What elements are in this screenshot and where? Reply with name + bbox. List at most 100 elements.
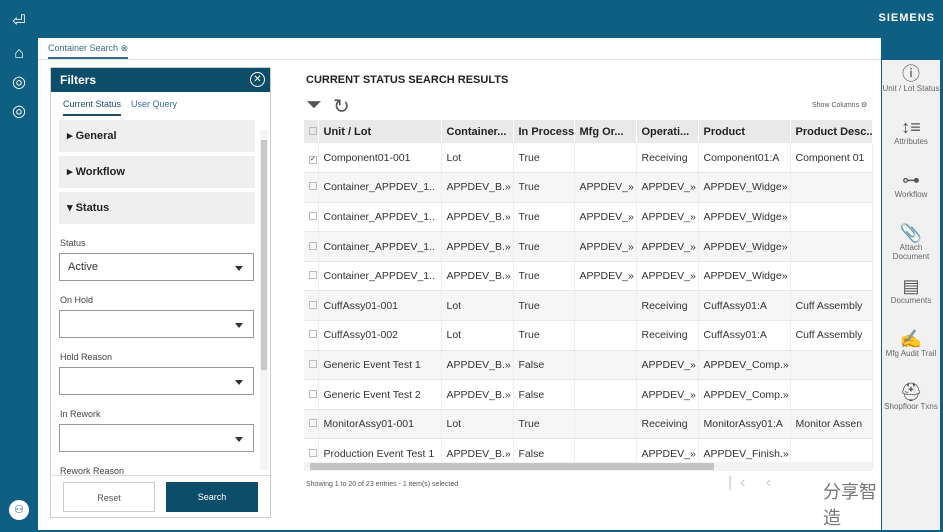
table-cell: APPDEV_B.» [441, 172, 514, 203]
pagination[interactable]: |‹ ‹ [728, 474, 779, 492]
row-checkbox[interactable] [304, 379, 319, 410]
column-header[interactable]: Product Desc... [790, 120, 873, 143]
table-cell: APPDEV_B.» [441, 202, 514, 233]
toolbar-mfg-audit-trail[interactable]: ✍ Mfg Audit Trail [882, 325, 940, 378]
scan-icon-2[interactable]: ◎ [9, 102, 29, 122]
table-cell: Lot [441, 409, 514, 440]
horizontal-scrollbar[interactable] [304, 462, 872, 471]
table-row[interactable]: Container_APPDEV_1.. APPDEV_B.» True APPDEV… [304, 261, 873, 292]
brand-logo: SIEMENS [878, 12, 935, 24]
on-hold-label: On Hold [60, 295, 94, 305]
table-cell [574, 143, 637, 174]
row-checkbox[interactable] [304, 320, 319, 351]
table-cell: False [513, 350, 575, 381]
column-header[interactable]: Operati... [636, 120, 699, 143]
table-row[interactable]: Container_APPDEV_1.. APPDEV_B.» True APPDEV… [304, 231, 873, 262]
row-checkbox[interactable] [304, 172, 319, 203]
section-general[interactable]: ▸ General [59, 120, 255, 152]
table-cell: True [513, 261, 575, 292]
scan-icon[interactable]: ◎ [9, 73, 29, 93]
table-cell: APPDEV_» [636, 172, 699, 203]
row-checkbox[interactable] [304, 261, 319, 292]
table-cell: Receiving [636, 320, 699, 351]
tab-user-query[interactable]: User Query [131, 99, 177, 109]
section-status[interactable]: ▾ Status [59, 192, 255, 224]
table-row[interactable]: Generic Event Test 1 APPDEV_B.» False APPDE… [304, 350, 873, 381]
toolbar-documents[interactable]: ▤ Documents [882, 272, 940, 325]
table-cell: Lot [441, 290, 514, 322]
column-header[interactable]: Unit / Lot [318, 120, 442, 143]
row-checkbox[interactable] [304, 350, 319, 381]
table-cell: CuffAssy01:A [698, 290, 791, 322]
toolbar-label: Workflow [894, 190, 928, 199]
table-cell: MonitorAssy01-001 [318, 409, 442, 440]
table-cell: APPDEV_» [574, 172, 637, 203]
toolbar-attach-document[interactable]: 📎 Attach Document [882, 219, 940, 272]
row-checkbox[interactable] [304, 231, 319, 262]
column-header[interactable]: Mfg Or... [574, 120, 637, 143]
search-button[interactable]: Search [166, 482, 258, 512]
table-row[interactable]: CuffAssy01-001 Lot True Receiving CuffAssy01… [304, 290, 873, 322]
reset-button[interactable]: Reset [63, 482, 155, 512]
in-rework-select[interactable] [59, 424, 254, 452]
row-checkbox[interactable] [304, 290, 319, 322]
watermark: 分享智造 [823, 482, 877, 528]
tab-current-status[interactable]: Current Status [63, 99, 122, 116]
on-hold-select[interactable] [59, 310, 254, 338]
table-row[interactable]: Generic Event Test 2 APPDEV_B.» False APPDE… [304, 379, 873, 410]
table-cell: APPDEV_Comp.» [698, 379, 791, 410]
column-header[interactable]: Product [698, 120, 791, 143]
table-row[interactable]: MonitorAssy01-001 Lot True Receiving Monitor… [304, 409, 873, 440]
table-cell: Component 01 [790, 143, 873, 174]
toolbar-workflow[interactable]: ⊶ Workflow [882, 166, 940, 219]
back-icon[interactable]: ⏎ [9, 12, 29, 32]
table-cell: CuffAssy01:A [698, 320, 791, 351]
table-cell: APPDEV_» [636, 231, 699, 262]
table-cell: Receiving [636, 143, 699, 174]
section-label: Status [75, 202, 110, 214]
status-text: Showing 1 to 20 of 23 entries - 1 item(s… [306, 481, 459, 488]
close-filters-icon[interactable]: ✕ [250, 72, 265, 87]
toolbar-unit-lot-status[interactable]: ⓘ Unit / Lot Status [882, 60, 940, 113]
tab-container-search[interactable]: Container Search ⊗ [48, 43, 129, 59]
toolbar-label: Shopfloor Txns [884, 402, 938, 411]
user-avatar[interactable]: ⚇ [9, 500, 29, 520]
table-cell: Generic Event Test 2 [318, 379, 442, 410]
table-row[interactable]: Container_APPDEV_1.. APPDEV_B.» True APPDEV… [304, 172, 873, 203]
table-row[interactable]: Container_APPDEV_1.. APPDEV_B.» True APPDEV… [304, 202, 873, 233]
table-cell: Cuff Assembly [790, 290, 873, 322]
show-columns-button[interactable]: Show Columns ⚙ [812, 101, 867, 109]
filter-icon[interactable]: ⏷ [306, 94, 322, 117]
filters-scrollbar[interactable] [260, 130, 268, 470]
table-row[interactable]: ✓ Component01-001 Lot True Receiving Componen… [304, 143, 873, 174]
select-all-checkbox[interactable] [304, 120, 319, 143]
table-cell [574, 350, 637, 381]
table-cell: APPDEV_B.» [441, 261, 514, 292]
table-row[interactable]: CuffAssy01-002 Lot True Receiving CuffAssy01… [304, 320, 873, 351]
toolbar-attributes[interactable]: ↕≡ Attributes [882, 113, 940, 166]
section-workflow[interactable]: ▸ Workflow [59, 156, 255, 188]
table-cell: True [513, 143, 575, 174]
main-area: Container Search ⊗ Filters ✕ Current Stat… [38, 38, 881, 530]
workflow-icon: ⊶ [902, 170, 920, 190]
row-checkbox[interactable]: ✓ [304, 143, 319, 174]
toolbar-shopfloor-txns[interactable]: ⛑ Shopfloor Txns [882, 378, 940, 431]
table-cell: APPDEV_B.» [441, 350, 514, 381]
home-icon[interactable]: ⌂ [9, 44, 29, 64]
hold-reason-select[interactable] [59, 367, 254, 395]
attributes-icon: ↕≡ [901, 117, 921, 137]
row-checkbox[interactable] [304, 409, 319, 440]
table-cell: APPDEV_» [574, 202, 637, 233]
table-cell: APPDEV_» [636, 202, 699, 233]
table-cell [574, 320, 637, 351]
refresh-icon[interactable]: ↻ [333, 94, 350, 119]
toolbar-label: Mfg Audit Trail [885, 349, 937, 358]
column-header[interactable]: In Process [513, 120, 575, 143]
show-columns-label: Show Columns [812, 102, 860, 109]
right-toolbar: ⓘ Unit / Lot Status ↕≡ Attributes ⊶ Workflow 📎… [882, 60, 940, 530]
column-header[interactable]: Container... [441, 120, 514, 143]
close-tab-icon[interactable]: ⊗ [121, 43, 129, 53]
status-select[interactable]: Active [59, 253, 254, 281]
row-checkbox[interactable] [304, 202, 319, 233]
attach-document-icon: 📎 [899, 223, 923, 243]
